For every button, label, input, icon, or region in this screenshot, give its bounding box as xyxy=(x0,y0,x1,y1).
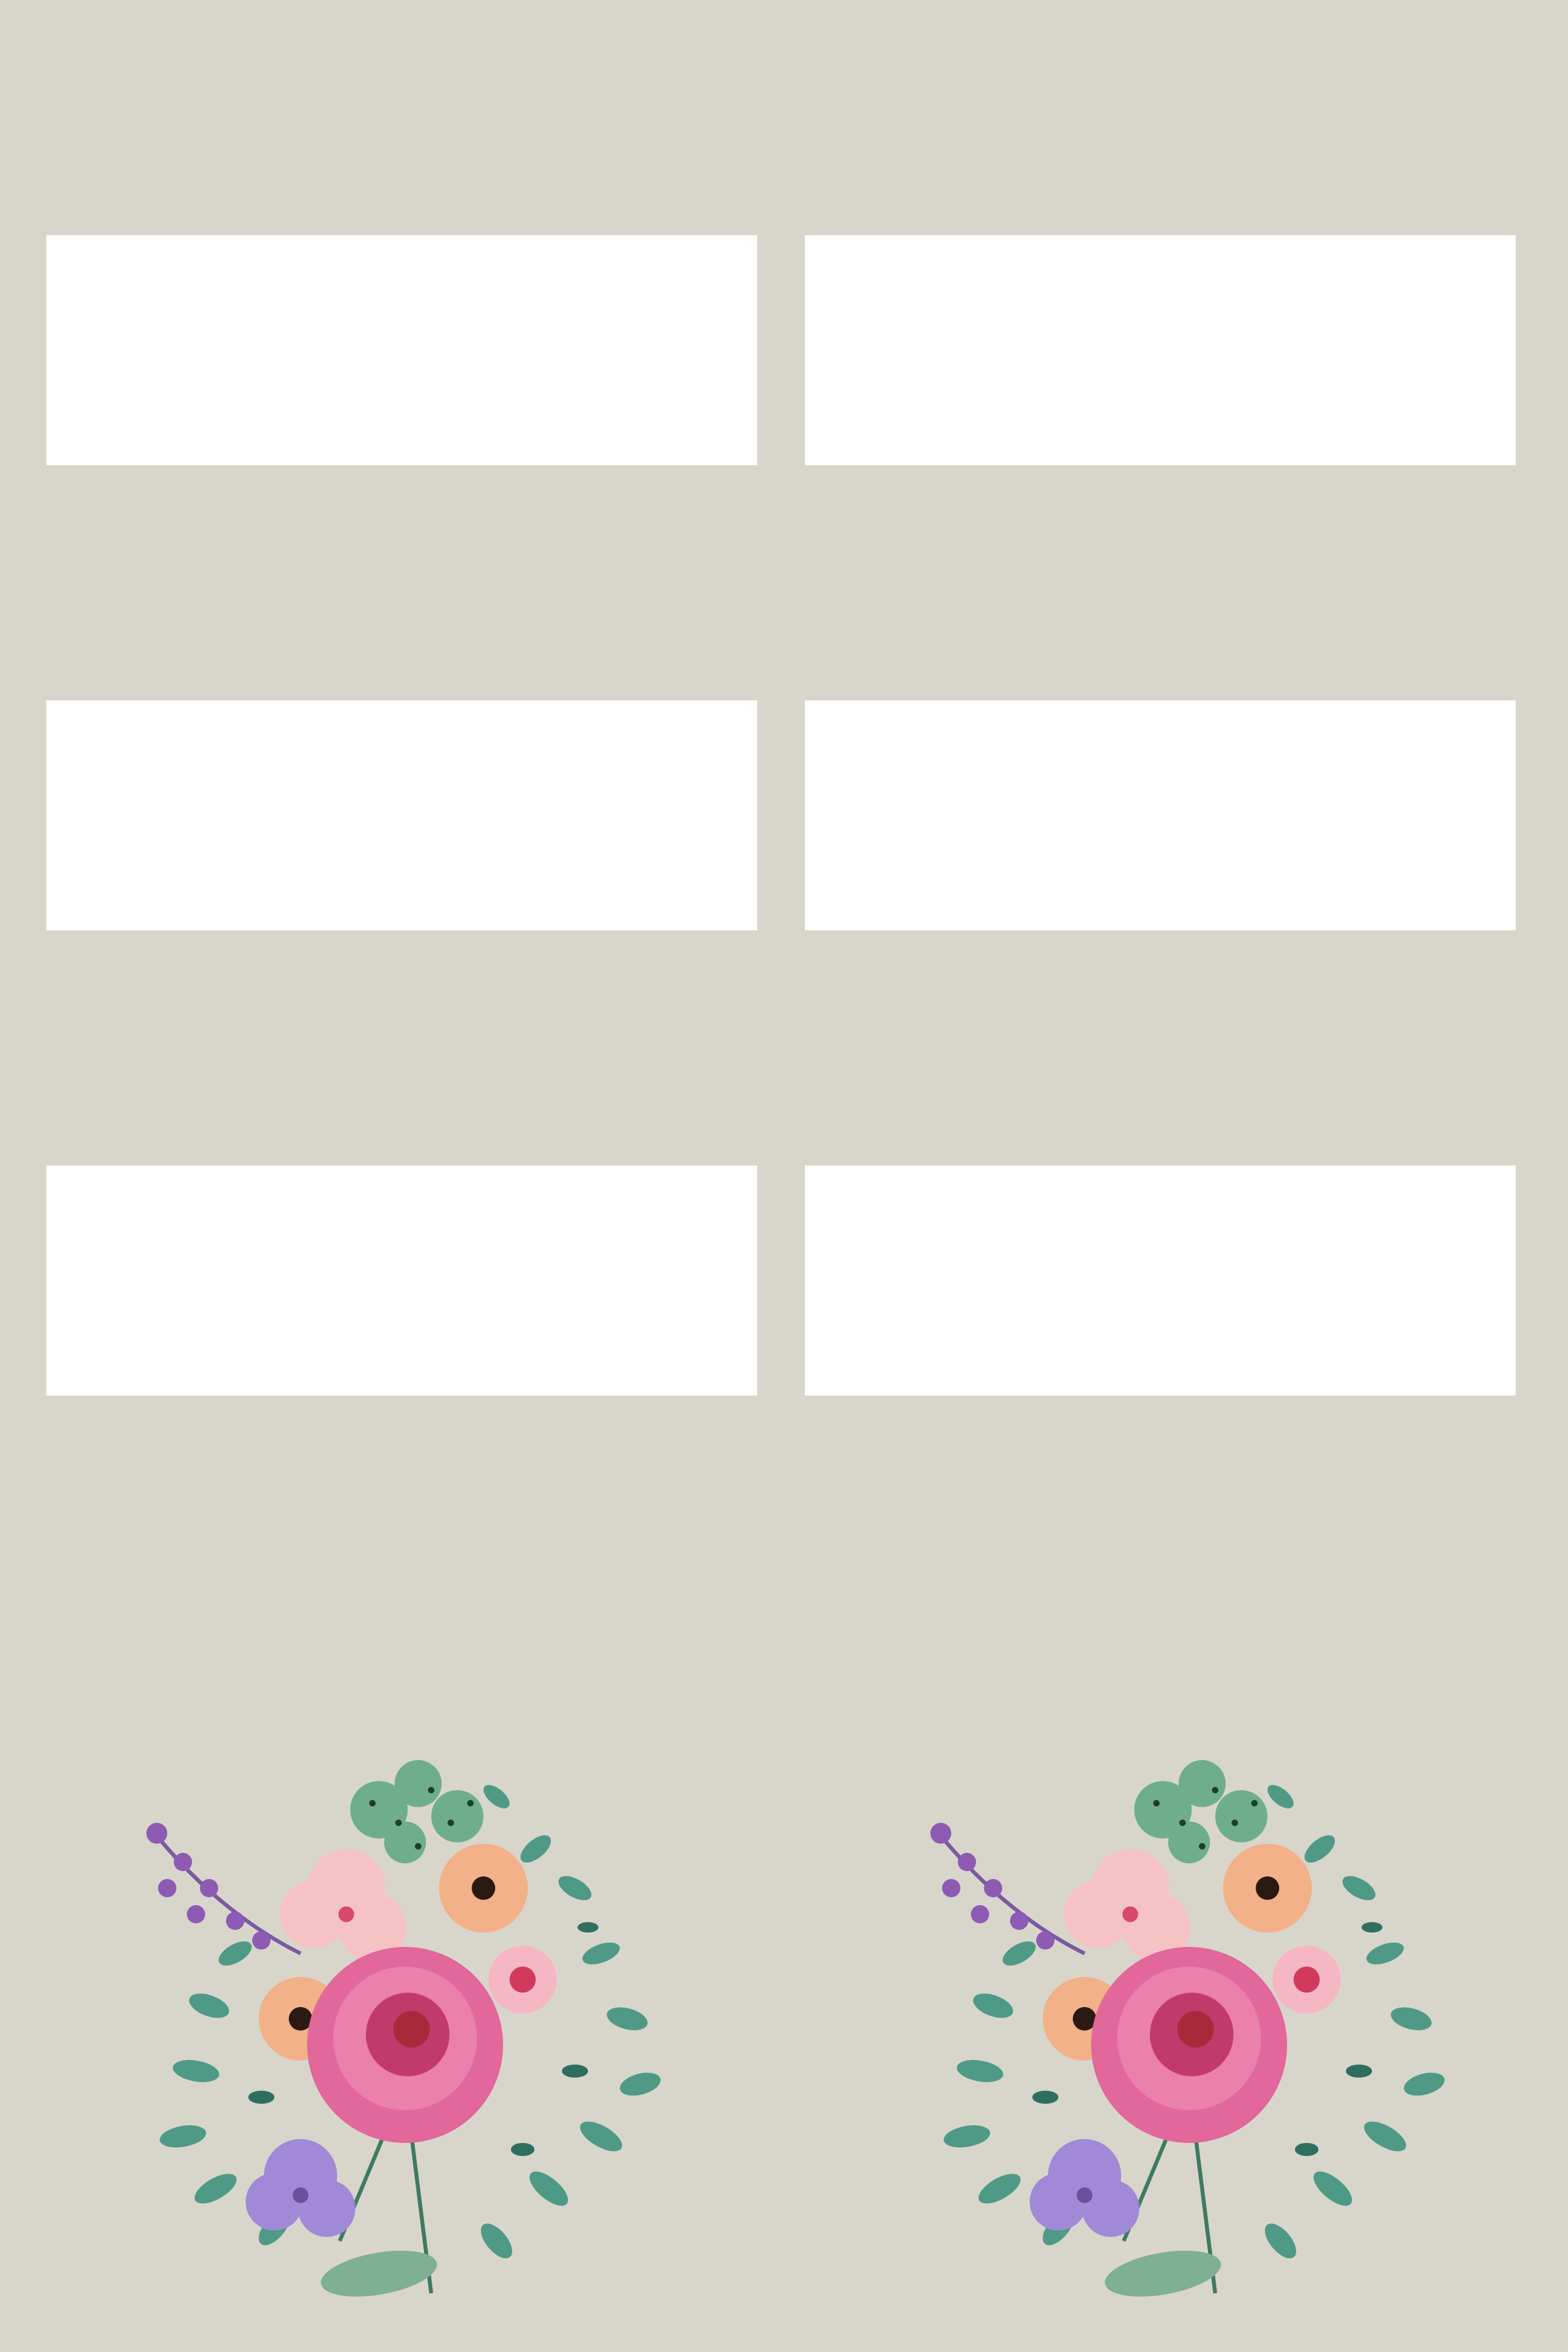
place-card-6[interactable] xyxy=(805,1166,1516,1396)
place-card-sheet xyxy=(0,0,1568,2352)
place-card-1[interactable] xyxy=(46,235,757,465)
place-card-5[interactable] xyxy=(46,1166,757,1396)
place-card-3[interactable] xyxy=(46,700,757,930)
place-card-4[interactable] xyxy=(805,700,1516,930)
floral-bouquet-icon xyxy=(105,1692,706,2306)
floral-bouquet-icon xyxy=(889,1692,1490,2306)
place-card-2[interactable] xyxy=(805,235,1516,465)
